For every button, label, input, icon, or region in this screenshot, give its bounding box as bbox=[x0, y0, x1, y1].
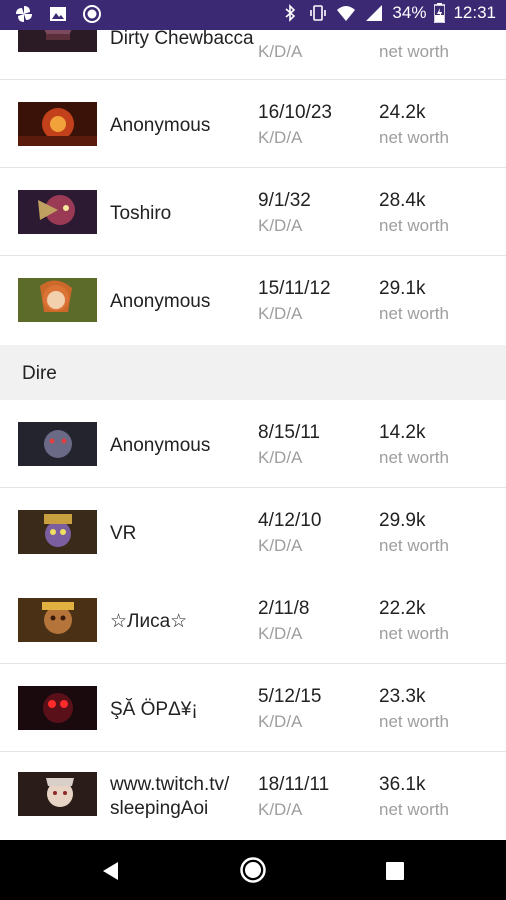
net-worth-label: net worth bbox=[379, 624, 449, 643]
net-worth-value: 28.4k bbox=[379, 190, 426, 211]
player-row[interactable]: VR 4/12/10 K/D/A 29.9k net worth bbox=[0, 488, 506, 576]
section-title: Dire bbox=[22, 363, 57, 384]
player-row[interactable]: ☆Лиса☆ 2/11/8 K/D/A 22.2k net worth bbox=[0, 576, 506, 664]
net-worth-label: net worth bbox=[379, 216, 449, 235]
net-worth-label: net worth bbox=[379, 128, 449, 147]
kda-label: K/D/A bbox=[258, 216, 303, 235]
net-worth-value: 14.2k bbox=[379, 422, 426, 443]
battery-charging-icon bbox=[434, 3, 446, 23]
net-worth-value: 23.3k bbox=[379, 686, 426, 707]
team-section-header: Dire bbox=[0, 345, 506, 400]
clock: 12:31 bbox=[453, 3, 496, 22]
player-name: ŞĂ ÖРΔ¥¡ bbox=[110, 699, 198, 720]
net-worth-value: 24.2k bbox=[379, 102, 426, 123]
player-name: Dirty Chewbacca bbox=[110, 28, 254, 49]
net-worth-value: 22.2k bbox=[379, 598, 426, 619]
net-worth-label: net worth bbox=[379, 712, 449, 731]
wifi-icon bbox=[337, 6, 356, 21]
net-worth-label: net worth bbox=[379, 42, 449, 61]
battery-percentage: 34% bbox=[392, 3, 427, 22]
kda-value: 16/10/23 bbox=[258, 102, 332, 123]
net-worth-label: net worth bbox=[379, 448, 449, 467]
status-bar: 34% 12:31 bbox=[0, 0, 506, 30]
player-row[interactable]: Anonymous 8/15/11 K/D/A 14.2k net worth bbox=[0, 400, 506, 488]
record-icon bbox=[83, 5, 101, 23]
net-worth-label: net worth bbox=[379, 536, 449, 555]
player-name-line1: www.twitch.tv/ bbox=[110, 774, 230, 795]
kda-label: K/D/A bbox=[258, 448, 303, 467]
kda-label: K/D/A bbox=[258, 536, 303, 555]
net-worth-value: 36.1k bbox=[379, 774, 426, 795]
hero-portrait bbox=[18, 510, 97, 554]
kda-label: K/D/A bbox=[258, 624, 303, 643]
net-worth-value: 29.9k bbox=[379, 510, 426, 531]
player-name: Anonymous bbox=[110, 435, 211, 456]
scoreboard-list[interactable]: Dirty Chewbacca K/D/A net worth Anonymou… bbox=[0, 0, 506, 840]
player-name: Anonymous bbox=[110, 291, 211, 312]
hero-portrait bbox=[18, 422, 97, 466]
player-name-line2: sleepingAoi bbox=[110, 798, 209, 819]
player-name: Toshiro bbox=[110, 203, 172, 224]
player-row[interactable]: Anonymous 16/10/23 K/D/A 24.2k net worth bbox=[0, 80, 506, 168]
player-name: VR bbox=[110, 523, 137, 544]
vibrate-icon bbox=[310, 5, 327, 21]
hero-portrait bbox=[18, 772, 97, 816]
player-name: ☆Лиса☆ bbox=[110, 611, 188, 632]
player-row[interactable]: www.twitch.tv/ sleepingAoi 18/11/11 K/D/… bbox=[0, 752, 506, 840]
kda-label: K/D/A bbox=[258, 712, 303, 731]
player-row[interactable]: Anonymous 15/11/12 K/D/A 29.1k net worth bbox=[0, 256, 506, 344]
cellular-signal-icon bbox=[366, 5, 383, 21]
player-row[interactable]: ŞĂ ÖРΔ¥¡ 5/12/15 K/D/A 23.3k net worth bbox=[0, 664, 506, 752]
kda-value: 9/1/32 bbox=[258, 190, 311, 211]
player-name: Anonymous bbox=[110, 115, 211, 136]
back-icon[interactable] bbox=[100, 860, 122, 882]
image-icon bbox=[50, 7, 66, 21]
hero-portrait bbox=[18, 598, 97, 642]
pinwheel-icon bbox=[16, 6, 32, 22]
hero-portrait bbox=[18, 278, 97, 322]
kda-label: K/D/A bbox=[258, 128, 303, 147]
kda-value: 8/15/11 bbox=[258, 422, 320, 443]
kda-value: 18/11/11 bbox=[258, 774, 330, 795]
player-row[interactable]: Toshiro 9/1/32 K/D/A 28.4k net worth bbox=[0, 168, 506, 256]
bluetooth-icon bbox=[285, 4, 296, 22]
net-worth-value: 29.1k bbox=[379, 278, 426, 299]
system-navigation-bar bbox=[0, 840, 506, 900]
net-worth-label: net worth bbox=[379, 304, 449, 323]
kda-value: 15/11/12 bbox=[258, 278, 331, 299]
hero-portrait bbox=[18, 190, 97, 234]
kda-value: 2/11/8 bbox=[258, 598, 310, 619]
hero-portrait bbox=[18, 102, 97, 146]
recents-icon[interactable] bbox=[385, 861, 405, 881]
kda-value: 5/12/15 bbox=[258, 686, 322, 707]
kda-label: K/D/A bbox=[258, 800, 303, 819]
kda-label: K/D/A bbox=[258, 304, 303, 323]
home-icon[interactable] bbox=[239, 856, 267, 884]
kda-value: 4/12/10 bbox=[258, 510, 322, 531]
kda-label: K/D/A bbox=[258, 42, 303, 61]
hero-portrait bbox=[18, 686, 97, 730]
net-worth-label: net worth bbox=[379, 800, 449, 819]
